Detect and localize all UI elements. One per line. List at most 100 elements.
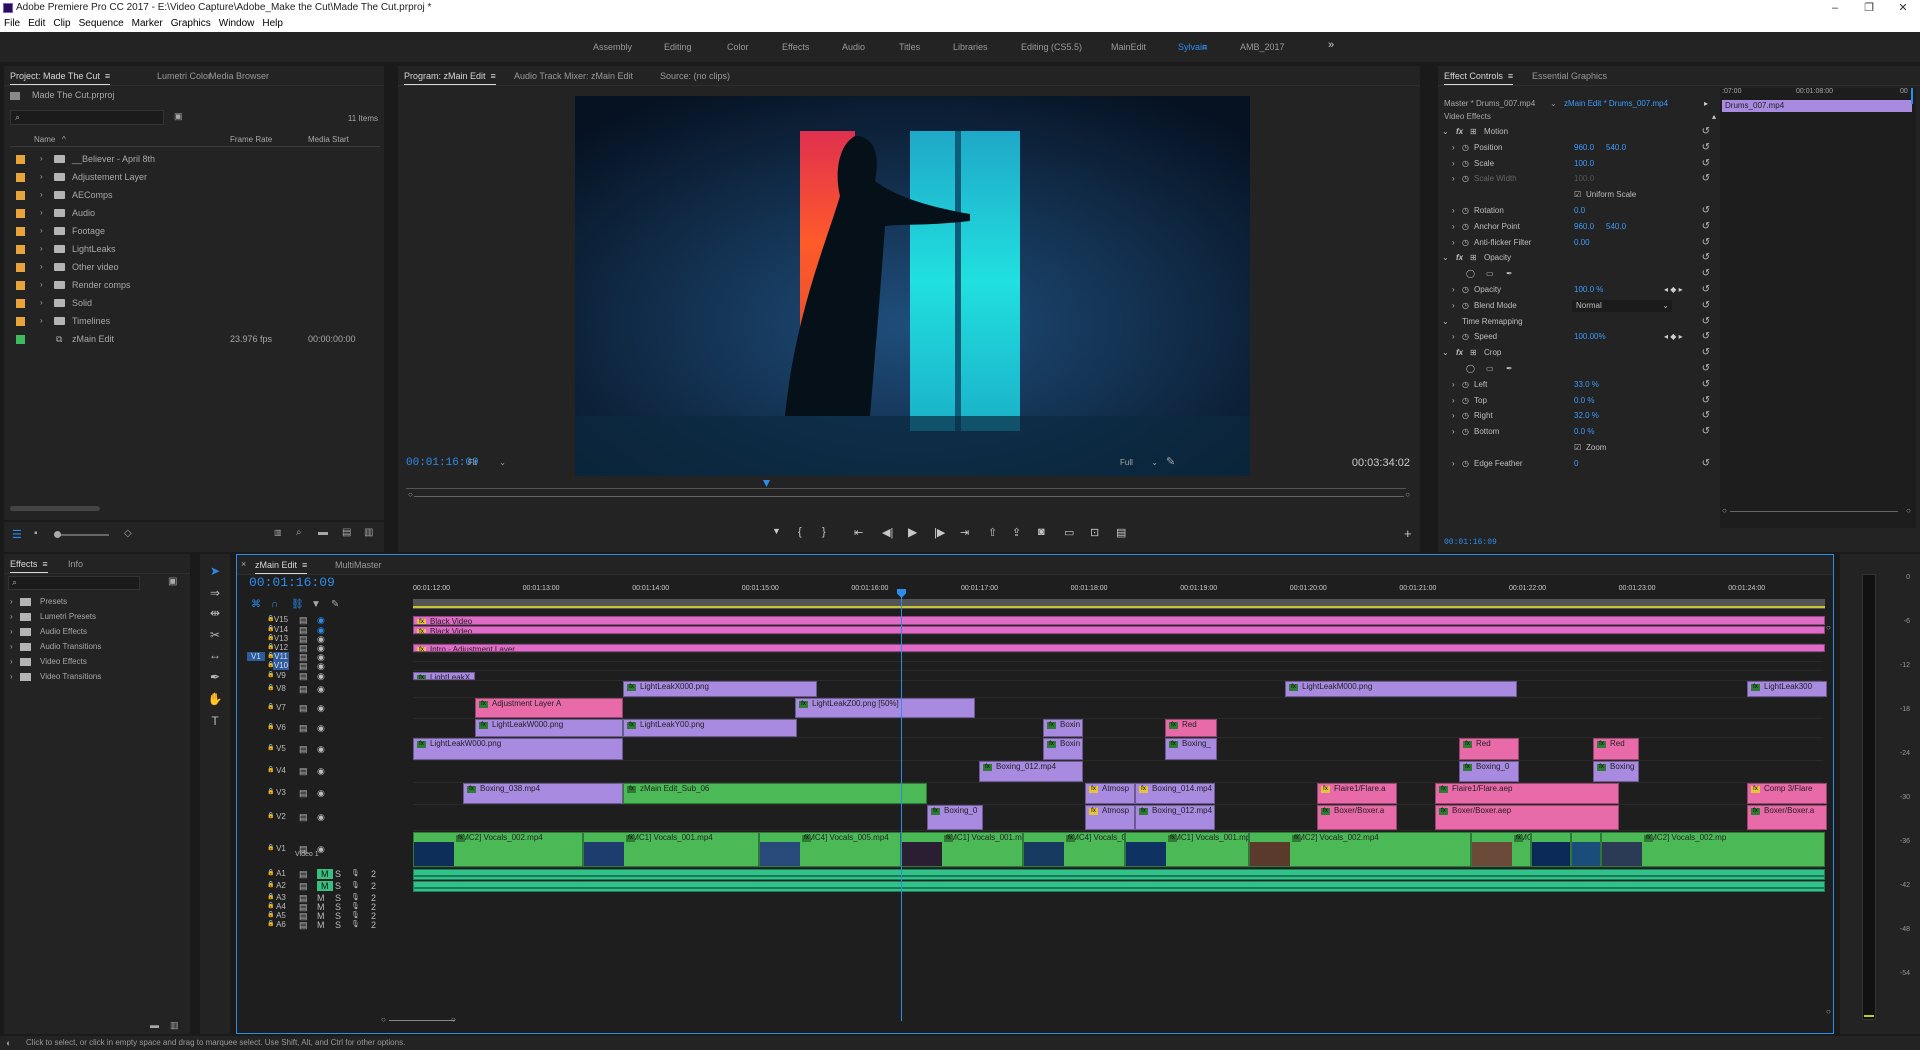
go-to-in-icon[interactable]: ⇤ bbox=[854, 526, 863, 539]
chevron-right-icon[interactable]: › bbox=[40, 240, 43, 258]
fx-toggle-icon[interactable]: fx bbox=[1456, 250, 1463, 266]
reset-parameter-icon[interactable]: ↺ bbox=[1702, 377, 1710, 393]
chevron-right-icon[interactable]: › bbox=[10, 624, 13, 639]
voiceover-mic-icon[interactable]: 🎙 bbox=[351, 902, 360, 910]
chevron-right-icon[interactable]: › bbox=[40, 186, 43, 204]
effect-property-row[interactable]: ☑ Zoom bbox=[1438, 440, 1718, 456]
workspace-editing-cs55[interactable]: Editing (CS5.5) bbox=[1021, 42, 1082, 52]
reset-parameter-icon[interactable]: ↺ bbox=[1702, 219, 1710, 235]
chevron-right-icon[interactable]: › bbox=[40, 168, 43, 186]
mute-button[interactable]: M bbox=[317, 881, 333, 891]
timeline-clip-v1[interactable]: fx[MC3] V bbox=[1471, 832, 1531, 867]
effect-property-value[interactable]: 32.0 % bbox=[1574, 408, 1599, 424]
selection-tool-icon[interactable]: ➤ bbox=[204, 564, 226, 578]
new-custom-bin-icon[interactable]: ▬ bbox=[150, 1020, 159, 1030]
expand-chevron-icon[interactable]: › bbox=[1452, 377, 1455, 393]
voiceover-mic-icon[interactable]: 🎙 bbox=[351, 893, 360, 901]
tab-essential-graphics[interactable]: Essential Graphics bbox=[1532, 71, 1607, 81]
program-timeruler[interactable] bbox=[406, 476, 1406, 490]
effect-property-value-2[interactable]: 540.0 bbox=[1606, 219, 1626, 235]
timeline-clip[interactable]: fx Boxing_038.mp4 bbox=[463, 783, 623, 804]
effect-property-row[interactable]: ⌄ fx ⊞ Opacity ↺ bbox=[1438, 250, 1718, 266]
timeline-clip-v1[interactable]: fx[MC4] Vocals_005.mp bbox=[1023, 832, 1125, 867]
lift-icon[interactable]: ⇧ bbox=[988, 526, 997, 539]
audio-track-label[interactable]: A1 bbox=[273, 869, 289, 878]
expand-chevron-icon[interactable]: › bbox=[1452, 282, 1455, 298]
effect-property-row[interactable]: › ◷ Scale Width 100.0 ↺ bbox=[1438, 171, 1718, 187]
menu-help[interactable]: Help bbox=[258, 16, 287, 32]
timeline-clip[interactable]: fx LightLeakX bbox=[413, 672, 475, 680]
timeline-clip[interactable]: fx Boxing_0 bbox=[927, 805, 983, 830]
button-editor-icon[interactable]: + bbox=[1404, 526, 1412, 541]
effect-property-value[interactable]: 960.0 bbox=[1574, 219, 1594, 235]
project-item[interactable]: › LightLeaks bbox=[10, 240, 380, 258]
audio-track-label[interactable]: A5 bbox=[273, 911, 289, 920]
effects-category[interactable]: › Video Effects bbox=[8, 654, 188, 669]
project-search-input[interactable]: ⌕ bbox=[10, 110, 164, 125]
nest-toggle-icon[interactable]: ⌘ bbox=[251, 599, 261, 610]
effect-property-row[interactable]: › ◷ Opacity 100.0 % ◂ ◆ ▸ ↺ bbox=[1438, 282, 1718, 298]
reset-parameter-icon[interactable]: ↺ bbox=[1702, 282, 1710, 298]
stopwatch-icon[interactable]: ◷ bbox=[1462, 140, 1469, 156]
effect-property-row[interactable]: › ◷ Scale 100.0 ↺ bbox=[1438, 156, 1718, 172]
reset-parameter-icon[interactable]: ↺ bbox=[1702, 298, 1710, 314]
mute-button[interactable]: M bbox=[317, 869, 333, 879]
timeline-clip[interactable]: fx Boxin bbox=[1043, 719, 1083, 737]
section-chevron-icon[interactable]: ⌄ bbox=[1442, 250, 1449, 266]
project-item[interactable]: › Other video bbox=[10, 258, 380, 276]
timeline-clip[interactable]: fx Atmosp bbox=[1085, 805, 1135, 830]
reset-parameter-icon[interactable]: ↺ bbox=[1702, 266, 1710, 282]
ellipse-mask-icon[interactable]: ◯ bbox=[1466, 361, 1475, 377]
workspace-assembly[interactable]: Assembly bbox=[593, 42, 632, 52]
accelerated-effects-icon[interactable]: ▣ bbox=[168, 576, 177, 587]
timeline-clip[interactable]: fx LightLeakW000.png bbox=[475, 719, 623, 737]
chevron-right-icon[interactable]: › bbox=[40, 312, 43, 330]
timeline-ruler[interactable]: 00:01:12:00 00:01:13:00 00:01:14:00 00:01:1… bbox=[413, 585, 1825, 611]
timeline-clip[interactable]: fx LightLeakZ00.png [50%] bbox=[795, 698, 975, 718]
tab-media-browser[interactable]: Media Browser bbox=[209, 71, 269, 81]
checkbox-checked[interactable]: ☑ bbox=[1574, 440, 1581, 456]
audio-clip[interactable] bbox=[413, 869, 1825, 880]
project-item[interactable]: ⧉ zMain Edit 23.976 fps 00:00:00:00 bbox=[10, 330, 380, 348]
timeline-clip[interactable]: fx Boxer/Boxer.aep bbox=[1435, 805, 1619, 830]
section-chevron-icon[interactable]: ⌄ bbox=[1442, 124, 1449, 140]
sync-lock-icon[interactable]: ▤ bbox=[299, 723, 308, 734]
rectangle-mask-icon[interactable]: ▭ bbox=[1486, 361, 1494, 377]
effect-property-value[interactable]: 0 bbox=[1574, 456, 1578, 472]
add-marker-timeline-icon[interactable]: ▼ bbox=[311, 599, 321, 610]
track-label[interactable]: V3 bbox=[273, 788, 289, 797]
effect-property-value[interactable]: 33.0 % bbox=[1574, 377, 1599, 393]
voiceover-mic-icon[interactable]: 🎙 bbox=[351, 869, 360, 877]
reset-parameter-icon[interactable]: ↺ bbox=[1702, 456, 1710, 472]
effect-property-value[interactable]: 100.0 % bbox=[1574, 282, 1603, 298]
column-name[interactable]: Name bbox=[34, 135, 55, 144]
section-chevron-icon[interactable]: ⌄ bbox=[1442, 345, 1449, 361]
chevron-right-icon[interactable]: › bbox=[40, 222, 43, 240]
tab-lumetri-color[interactable]: Lumetri Color bbox=[157, 71, 211, 81]
track-label[interactable]: V13 bbox=[273, 634, 289, 643]
effect-property-value[interactable]: 960.0 bbox=[1574, 140, 1594, 156]
expand-chevron-icon[interactable]: › bbox=[1452, 329, 1455, 345]
workspace-audio[interactable]: Audio bbox=[842, 42, 865, 52]
reset-parameter-icon[interactable]: ↺ bbox=[1702, 393, 1710, 409]
timeline-clip[interactable]: fx LightLeakM000.png bbox=[1285, 681, 1517, 697]
track-label[interactable]: V14 bbox=[273, 625, 289, 634]
expand-chevron-icon[interactable]: › bbox=[1452, 456, 1455, 472]
timeline-clip-v1[interactable]: fx[MC4] bbox=[1531, 832, 1571, 867]
menu-window[interactable]: Window bbox=[215, 16, 259, 32]
track-label[interactable]: V7 bbox=[273, 703, 289, 712]
mute-button[interactable]: M bbox=[317, 920, 325, 930]
timeline-clip-v1[interactable]: fx [MC1] Vocals_001.mp4 bbox=[583, 832, 759, 867]
stopwatch-icon[interactable]: ◷ bbox=[1462, 408, 1469, 424]
eye-icon[interactable]: ◉ bbox=[317, 788, 325, 799]
effect-property-row[interactable]: › ◷ Speed 100.00% ◂ ◆ ▸ ↺ bbox=[1438, 329, 1718, 345]
voiceover-mic-icon[interactable]: 🎙 bbox=[351, 920, 360, 928]
timeline-clip[interactable]: fx Boxing_014.mp4 bbox=[1135, 783, 1215, 804]
maximize-button[interactable]: ❐ bbox=[1852, 0, 1886, 16]
expand-chevron-icon[interactable]: › bbox=[1452, 408, 1455, 424]
timeline-clip[interactable]: fx Flaire1/Flare.a bbox=[1317, 783, 1397, 804]
reset-parameter-icon[interactable]: ↺ bbox=[1702, 203, 1710, 219]
track-label[interactable]: V6 bbox=[273, 723, 289, 732]
effect-property-row[interactable]: › ◷ Anchor Point 960.0 540.0 ↺ bbox=[1438, 219, 1718, 235]
effect-property-row[interactable]: › ◷ Rotation 0.0 ↺ bbox=[1438, 203, 1718, 219]
